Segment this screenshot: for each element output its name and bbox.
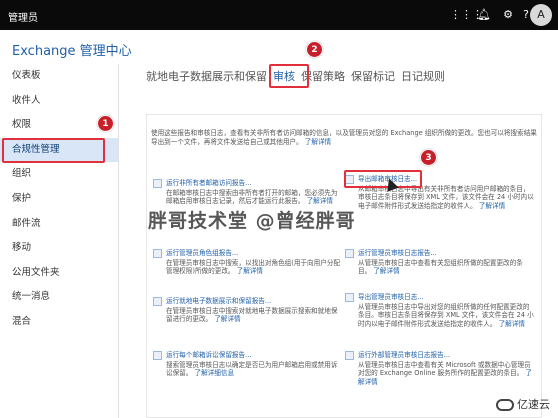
brand-label: 管理员 bbox=[8, 13, 38, 24]
report-link[interactable]: 运行就地电子数据展示和保留报告... bbox=[166, 297, 343, 306]
report-icon bbox=[153, 179, 162, 188]
learn-more-link[interactable]: 了解详情 bbox=[214, 315, 240, 323]
sidebar-item-label: 统一消息 bbox=[12, 291, 51, 303]
report-icon bbox=[153, 297, 162, 306]
learn-more-link[interactable]: 了解详情 bbox=[373, 267, 399, 275]
report-icon bbox=[153, 351, 162, 360]
intro-learn-more-link[interactable]: 了解详情 bbox=[305, 138, 331, 146]
sidebar-item-label: 公用文件夹 bbox=[12, 266, 60, 278]
sidebar-item-label: 收件人 bbox=[12, 94, 41, 106]
sidebar-item-label: 保护 bbox=[12, 192, 32, 204]
sidebar-divider bbox=[118, 64, 119, 418]
learn-more-link[interactable]: 了解详情 bbox=[479, 202, 505, 210]
highlight-box-audit-tab bbox=[269, 64, 309, 88]
sidebar-nav: 仪表板 收件人 权限 合规性管理 组织 保护 邮件流 移动 公用文件夹 统一消息… bbox=[0, 64, 118, 335]
sidebar-item-public-folders[interactable]: 公用文件夹 bbox=[0, 261, 118, 286]
corner-logo: 亿速云 bbox=[496, 396, 550, 412]
watermark-text: 胖哥技术堂 @曾经胖哥 bbox=[148, 210, 356, 232]
sidebar-item-label: 权限 bbox=[12, 119, 32, 131]
report-description: 从管理员审核日志中查看有关 Microsoft 或数据中心管理员对您的 Exch… bbox=[358, 360, 531, 378]
report-description: 在管理员审核日志中搜索对就地电子数据展示搜索和就地保留进行的更改。 bbox=[166, 306, 338, 324]
sidebar-item-mail-flow[interactable]: 邮件流 bbox=[0, 212, 118, 237]
page-title: Exchange 管理中心 bbox=[12, 44, 132, 59]
report-link[interactable]: 运行管理员角色组报告... bbox=[166, 249, 343, 258]
sidebar-item-label: 组织 bbox=[12, 168, 32, 180]
intro-description: 使用这些报告和审核日志，查看有关非所有者访问邮箱的信息，以及管理员对您的 Exc… bbox=[151, 129, 537, 146]
sidebar-item-recipients[interactable]: 收件人 bbox=[0, 89, 118, 114]
report-description: 搜索管理员审核日志以确定是否已为用户邮箱启用或禁用诉讼保留。 bbox=[166, 360, 338, 378]
report-icon bbox=[345, 293, 354, 302]
sidebar-item-dashboard[interactable]: 仪表板 bbox=[0, 64, 118, 89]
report-link[interactable]: 导出管理员审核日志... bbox=[358, 293, 535, 302]
step-badge-1: 1 bbox=[97, 115, 114, 132]
highlight-box-compliance bbox=[2, 138, 105, 163]
gear-icon[interactable]: ⚙ bbox=[500, 7, 516, 23]
step-badge-3: 3 bbox=[420, 149, 437, 166]
audit-panel: 使用这些报告和审核日志，查看有关非所有者访问邮箱的信息，以及管理员对您的 Exc… bbox=[146, 114, 542, 418]
corner-logo-text: 亿速云 bbox=[517, 398, 550, 411]
sidebar-item-mobile[interactable]: 移动 bbox=[0, 236, 118, 261]
bell-icon[interactable]: 🔔︎ bbox=[476, 7, 492, 23]
report-icon bbox=[345, 249, 354, 258]
report-description: 从邮箱审核日志中导出有关非所有者访问用户邮箱的条目，审核日志条目将保存到 XML… bbox=[358, 184, 534, 210]
report-link[interactable]: 运行外部管理员审核日志报告... bbox=[358, 351, 535, 360]
report-link[interactable]: 运行管理员审核日志报告... bbox=[358, 249, 535, 258]
cloud-logo-icon bbox=[496, 399, 514, 411]
learn-more-link[interactable]: 了解详情 bbox=[237, 267, 263, 275]
sidebar-item-label: 邮件流 bbox=[12, 217, 41, 229]
intro-text: 使用这些报告和审核日志，查看有关非所有者访问邮箱的信息，以及管理员对您的 Exc… bbox=[151, 129, 541, 147]
report-icon bbox=[345, 351, 354, 360]
report-icon bbox=[153, 249, 162, 258]
sidebar-item-label: 混合 bbox=[12, 315, 32, 327]
learn-more-link[interactable]: 了解详情 bbox=[307, 197, 333, 205]
sidebar-item-label: 仪表板 bbox=[12, 70, 41, 81]
sidebar-item-protection[interactable]: 保护 bbox=[0, 187, 118, 212]
highlight-box-export-mailbox-audit bbox=[344, 170, 422, 188]
sidebar-item-hybrid[interactable]: 混合 bbox=[0, 310, 118, 335]
learn-more-link[interactable]: 了解详情 bbox=[499, 320, 525, 328]
tab-ediscovery-hold[interactable]: 就地电子数据展示和保留 bbox=[146, 68, 267, 84]
top-bar: 管理员 ⋮⋮⋮ 🔔︎ ⚙ ? A bbox=[0, 0, 558, 30]
app-launcher-grid-icon[interactable]: ⋮⋮⋮ bbox=[450, 7, 483, 23]
tab-journal-rules[interactable]: 日记规则 bbox=[401, 68, 445, 84]
sidebar-item-label: 移动 bbox=[12, 242, 32, 254]
report-link[interactable]: 运行非所有者邮箱访问报告... bbox=[166, 179, 343, 188]
report-link[interactable]: 运行每个邮箱诉讼保留报告... bbox=[166, 351, 343, 360]
step-badge-2: 2 bbox=[306, 41, 323, 58]
tab-retention-tags[interactable]: 保留标记 bbox=[351, 68, 395, 84]
sidebar-item-organization[interactable]: 组织 bbox=[0, 162, 118, 187]
sidebar-item-unified-messaging[interactable]: 统一消息 bbox=[0, 285, 118, 310]
avatar[interactable]: A bbox=[530, 4, 552, 26]
learn-more-link[interactable]: 了解详细信息 bbox=[194, 369, 234, 377]
